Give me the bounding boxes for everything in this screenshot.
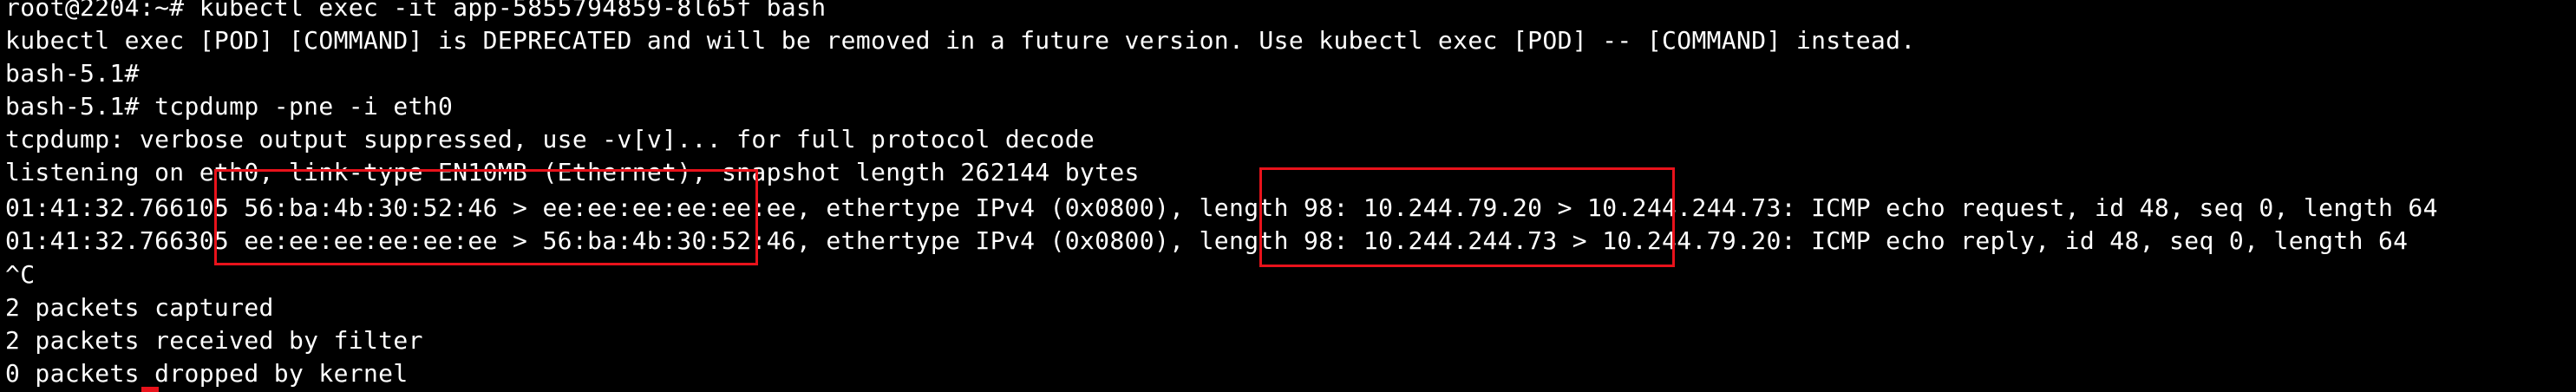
terminal-line-prompt: bash-5.1#: [5, 59, 140, 88]
terminal-line-packets-captured: 2 packets captured: [5, 293, 274, 322]
terminal-window[interactable]: root@2204:~# kubectl exec -it app-585579…: [0, 0, 2576, 392]
cursor-marker: [141, 387, 159, 392]
terminal-line-command: root@2204:~# kubectl exec -it app-585579…: [5, 0, 827, 22]
mac-address-highlight-box: [214, 169, 758, 265]
terminal-line-tcpdump-command: bash-5.1# tcpdump -pne -i eth0: [5, 92, 454, 121]
terminal-line-tcpdump-verbose-note: tcpdump: verbose output suppressed, use …: [5, 125, 1095, 154]
terminal-line-deprecation-warning: kubectl exec [POD] [COMMAND] is DEPRECAT…: [5, 26, 1916, 55]
terminal-line-interrupt: ^C: [5, 260, 36, 289]
ip-address-highlight-box: [1259, 167, 1675, 267]
terminal-line-packets-received: 2 packets received by filter: [5, 326, 423, 355]
terminal-line-packets-dropped: 0 packets dropped by kernel: [5, 359, 409, 388]
